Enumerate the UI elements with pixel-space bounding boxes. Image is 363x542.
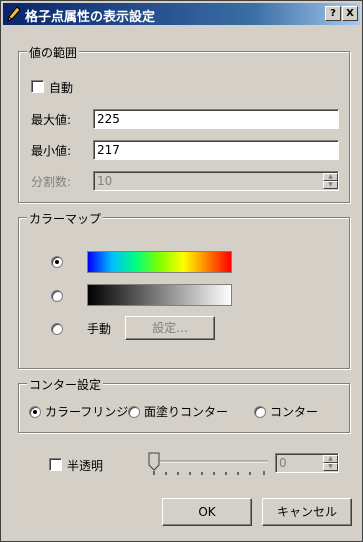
spin-up-icon[interactable]: ▲ — [323, 173, 338, 181]
contour-fringe-radio[interactable] — [29, 406, 41, 418]
contour-filled-radio[interactable] — [128, 406, 140, 418]
contour-filled-label: 面塗りコンター — [144, 405, 229, 419]
colormap-settings-button[interactable]: 設定... — [125, 316, 215, 340]
colormap-grayscale-radio[interactable] — [51, 290, 63, 302]
contour-lines-radio[interactable] — [254, 406, 266, 418]
spin-down-icon[interactable]: ▼ — [323, 463, 338, 471]
auto-checkbox[interactable] — [31, 80, 44, 93]
contour-legend: コンター設定 — [27, 376, 104, 393]
rainbow-colormap-swatch[interactable] — [87, 251, 232, 273]
value-range-legend: 値の範囲 — [27, 44, 80, 61]
window-title: 格子点属性の表示設定 — [25, 10, 156, 25]
slider-thumb[interactable] — [148, 452, 160, 471]
spin-down-icon[interactable]: ▼ — [323, 181, 338, 189]
min-label: 最小値: — [31, 144, 72, 158]
transparency-slider[interactable] — [146, 451, 271, 477]
auto-label: 自動 — [49, 81, 74, 95]
ok-button[interactable]: OK — [162, 498, 252, 526]
div-label: 分割数: — [31, 175, 72, 189]
translucent-label: 半透明 — [67, 459, 104, 473]
transparency-spinner[interactable]: ▲ ▼ — [323, 455, 338, 471]
manual-label: 手動 — [87, 322, 112, 336]
dialog-window: 格子点属性の表示設定 ? X 値の範囲 自動 最大値: 225 最小値: 217… — [0, 0, 363, 542]
contour-lines-label: コンター — [270, 405, 319, 419]
slider-ticks — [153, 471, 265, 475]
colormap-rainbow-radio[interactable] — [51, 256, 63, 268]
grayscale-colormap-swatch[interactable] — [87, 284, 232, 306]
spin-up-icon[interactable]: ▲ — [323, 455, 338, 463]
translucent-checkbox[interactable] — [49, 458, 62, 471]
max-value-input[interactable]: 225 — [93, 109, 339, 129]
division-count-input[interactable]: 10 — [93, 171, 339, 191]
colormap-legend: カラーマップ — [27, 210, 104, 227]
colormap-manual-radio[interactable] — [51, 323, 63, 335]
contour-fringe-label: カラーフリンジ — [45, 405, 129, 419]
help-button[interactable]: ? — [325, 6, 341, 21]
division-spinner[interactable]: ▲ ▼ — [323, 173, 338, 189]
pencil-icon — [7, 6, 21, 22]
max-label: 最大値: — [31, 113, 72, 127]
min-value-input[interactable]: 217 — [93, 140, 339, 160]
close-button[interactable]: X — [342, 6, 358, 21]
cancel-button[interactable]: キャンセル — [262, 498, 352, 526]
title-bar[interactable]: 格子点属性の表示設定 ? X — [3, 3, 360, 25]
